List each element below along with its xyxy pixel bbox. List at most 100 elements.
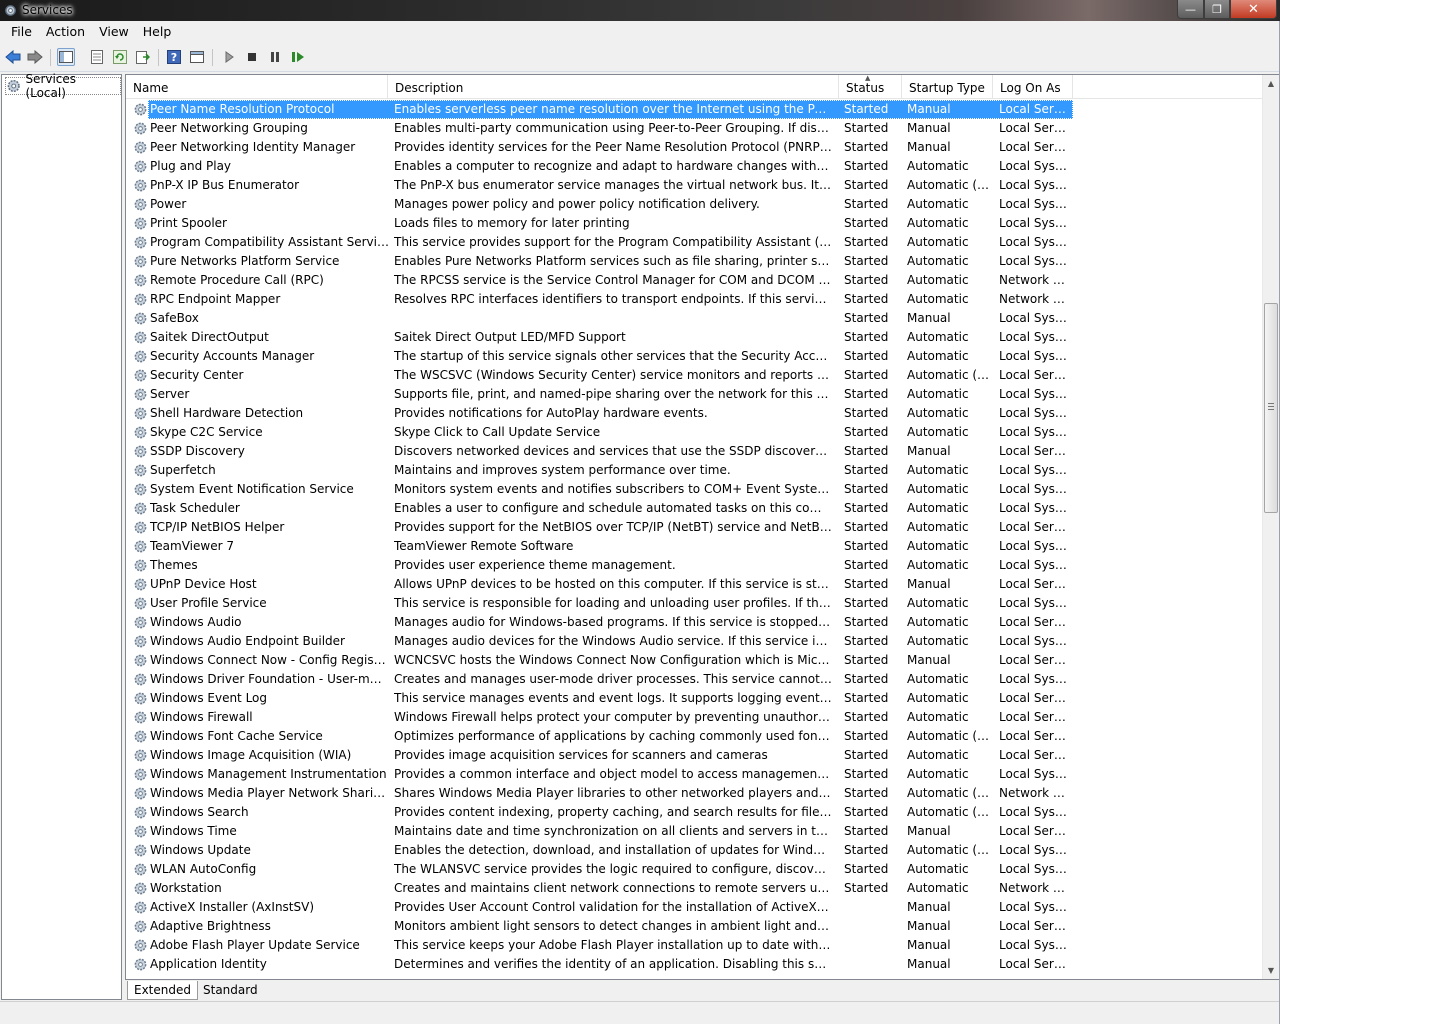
service-status: Started xyxy=(844,140,889,154)
properties-sheet-icon[interactable] xyxy=(88,48,106,66)
column-header-name[interactable]: Name xyxy=(126,75,388,99)
table-row[interactable]: SafeBox Started Manual Local Syste... xyxy=(126,309,1263,328)
action-pane-icon[interactable] xyxy=(188,48,206,66)
service-gear-icon xyxy=(134,616,147,629)
table-row[interactable]: Application Identity Determines and verif… xyxy=(126,955,1263,974)
service-startup-type: Automatic (D... xyxy=(907,178,991,192)
table-row[interactable]: ActiveX Installer (AxInstSV) Provides Use… xyxy=(126,898,1263,917)
start-service-icon[interactable] xyxy=(220,48,238,66)
vertical-scrollbar[interactable]: ▲ ▼ xyxy=(1262,75,1279,979)
table-row[interactable]: Windows Search Provides content indexing,… xyxy=(126,803,1263,822)
pause-service-icon[interactable] xyxy=(266,48,284,66)
menu-action[interactable]: Action xyxy=(39,21,92,43)
column-header-status[interactable]: ▲ Status xyxy=(839,75,902,99)
table-row[interactable]: Superfetch Maintains and improves system … xyxy=(126,461,1263,480)
column-header-log-on-as[interactable]: Log On As xyxy=(993,75,1073,99)
table-row[interactable]: Windows Audio Endpoint Builder Manages au… xyxy=(126,632,1263,651)
table-row[interactable]: Peer Networking Identity Manager Provides… xyxy=(126,138,1263,157)
service-gear-icon xyxy=(134,882,147,895)
service-description: Skype Click to Call Update Service xyxy=(394,425,601,439)
forward-arrow-icon[interactable] xyxy=(26,48,44,66)
service-status: Started xyxy=(844,862,889,876)
table-row[interactable]: Peer Networking Grouping Enables multi-pa… xyxy=(126,119,1263,138)
export-list-icon[interactable] xyxy=(134,48,152,66)
table-row[interactable]: Task Scheduler Enables a user to configur… xyxy=(126,499,1263,518)
tree-item-services-local[interactable]: Services (Local) xyxy=(5,72,121,100)
tab-standard[interactable]: Standard xyxy=(197,981,264,1000)
scroll-down-arrow-icon[interactable]: ▼ xyxy=(1263,962,1279,979)
table-row[interactable]: Windows Driver Foundation - User-mode D.… xyxy=(126,670,1263,689)
table-row[interactable]: Workstation Creates and maintains client … xyxy=(126,879,1263,898)
service-startup-type: Automatic xyxy=(907,197,969,211)
table-row[interactable]: Themes Provides user experience theme man… xyxy=(126,556,1263,575)
table-row[interactable]: WLAN AutoConfig The WLANSVC service provi… xyxy=(126,860,1263,879)
service-description: This service keeps your Adobe Flash Play… xyxy=(394,938,832,952)
table-row[interactable]: System Event Notification Service Monitor… xyxy=(126,480,1263,499)
service-status: Started xyxy=(844,121,889,135)
status-bar xyxy=(0,1001,1279,1024)
table-row[interactable]: Windows Font Cache Service Optimizes perf… xyxy=(126,727,1263,746)
table-row[interactable]: Peer Name Resolution Protocol Enables ser… xyxy=(126,100,1263,119)
table-row[interactable]: TeamViewer 7 TeamViewer Remote Software St… xyxy=(126,537,1263,556)
table-row[interactable]: Adaptive Brightness Monitors ambient ligh… xyxy=(126,917,1263,936)
table-row[interactable]: Power Manages power policy and power poli… xyxy=(126,195,1263,214)
column-header-description[interactable]: Description xyxy=(388,75,839,99)
table-row[interactable]: RPC Endpoint Mapper Resolves RPC interfac… xyxy=(126,290,1263,309)
table-row[interactable]: Windows Update Enables the detection, dow… xyxy=(126,841,1263,860)
tab-extended[interactable]: Extended xyxy=(127,981,198,1000)
table-row[interactable]: SSDP Discovery Discovers networked device… xyxy=(126,442,1263,461)
service-name: Adobe Flash Player Update Service xyxy=(150,938,360,952)
service-gear-icon xyxy=(134,730,147,743)
title-bar[interactable]: Services — ❐ ✕ xyxy=(0,0,1280,21)
menu-file[interactable]: File xyxy=(4,21,39,43)
table-row[interactable]: Windows Audio Manages audio for Windows-b… xyxy=(126,613,1263,632)
table-row[interactable]: Windows Media Player Network Sharing Se.… xyxy=(126,784,1263,803)
service-gear-icon xyxy=(134,521,147,534)
table-row[interactable]: Windows Connect Now - Config Registrar WC… xyxy=(126,651,1263,670)
table-row[interactable]: Windows Firewall Windows Firewall helps p… xyxy=(126,708,1263,727)
service-name: User Profile Service xyxy=(150,596,267,610)
table-row[interactable]: Windows Event Log This service manages ev… xyxy=(126,689,1263,708)
table-row[interactable]: Windows Management Instrumentation Provid… xyxy=(126,765,1263,784)
service-name: Windows Firewall xyxy=(150,710,253,724)
table-row[interactable]: Remote Procedure Call (RPC) The RPCSS ser… xyxy=(126,271,1263,290)
table-row[interactable]: PnP-X IP Bus Enumerator The PnP-X bus enu… xyxy=(126,176,1263,195)
service-startup-type: Automatic (D... xyxy=(907,368,991,382)
table-row[interactable]: Windows Time Maintains date and time sync… xyxy=(126,822,1263,841)
table-row[interactable]: Security Accounts Manager The startup of … xyxy=(126,347,1263,366)
stop-service-icon[interactable] xyxy=(243,48,261,66)
column-header-startup-type[interactable]: Startup Type xyxy=(902,75,993,99)
refresh-icon[interactable] xyxy=(111,48,129,66)
table-row[interactable]: Program Compatibility Assistant Service T… xyxy=(126,233,1263,252)
back-arrow-icon[interactable] xyxy=(4,48,22,66)
maximize-button[interactable]: ❐ xyxy=(1204,0,1230,19)
table-row[interactable]: UPnP Device Host Allows UPnP devices to b… xyxy=(126,575,1263,594)
service-gear-icon xyxy=(134,255,147,268)
menu-help[interactable]: Help xyxy=(136,21,179,43)
table-row[interactable]: Print Spooler Loads files to memory for l… xyxy=(126,214,1263,233)
restart-service-icon[interactable] xyxy=(289,48,307,66)
table-row[interactable]: Server Supports file, print, and named-pi… xyxy=(126,385,1263,404)
scrollbar-thumb[interactable] xyxy=(1264,303,1278,513)
table-row[interactable]: Skype C2C Service Skype Click to Call Upd… xyxy=(126,423,1263,442)
table-row[interactable]: Security Center The WSCSVC (Windows Secur… xyxy=(126,366,1263,385)
table-row[interactable]: TCP/IP NetBIOS Helper Provides support fo… xyxy=(126,518,1263,537)
show-hide-console-tree-icon[interactable] xyxy=(57,48,75,66)
table-row[interactable]: Adobe Flash Player Update Service This se… xyxy=(126,936,1263,955)
service-gear-icon xyxy=(134,825,147,838)
table-row[interactable]: Shell Hardware Detection Provides notific… xyxy=(126,404,1263,423)
minimize-button[interactable]: — xyxy=(1177,0,1204,19)
table-row[interactable]: Windows Image Acquisition (WIA) Provides … xyxy=(126,746,1263,765)
table-row[interactable]: Pure Networks Platform Service Enables Pu… xyxy=(126,252,1263,271)
scroll-up-arrow-icon[interactable]: ▲ xyxy=(1263,75,1279,92)
service-gear-icon xyxy=(134,844,147,857)
service-status: Started xyxy=(844,444,889,458)
table-row[interactable]: User Profile Service This service is resp… xyxy=(126,594,1263,613)
table-row[interactable]: Plug and Play Enables a computer to recog… xyxy=(126,157,1263,176)
menu-view[interactable]: View xyxy=(92,21,136,43)
service-startup-type: Automatic xyxy=(907,216,969,230)
help-icon[interactable]: ? xyxy=(165,48,183,66)
close-button[interactable]: ✕ xyxy=(1230,0,1277,19)
service-gear-icon xyxy=(134,863,147,876)
table-row[interactable]: Saitek DirectOutput Saitek Direct Output … xyxy=(126,328,1263,347)
